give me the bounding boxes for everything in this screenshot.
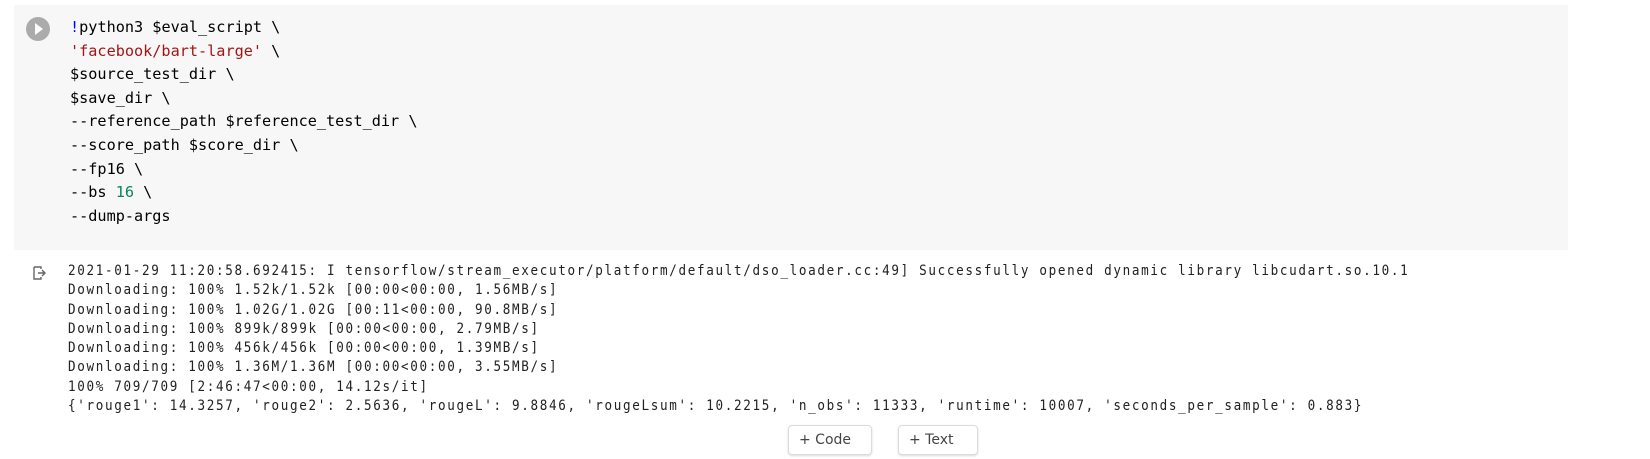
output-line: {'rouge1': 14.3257, 'rouge2': 2.5636, 'r… — [68, 398, 1364, 415]
output-line: Downloading: 100% 1.36M/1.36M [00:00<00:… — [68, 359, 559, 376]
code-line: --reference_path $reference_test_dir \ — [70, 112, 418, 131]
output-line: Downloading: 100% 1.52k/1.52k [00:00<00:… — [68, 282, 559, 299]
code-line: --bs 16 \ — [70, 183, 153, 202]
cell-output: 2021-01-29 11:20:58.692415: I tensorflow… — [68, 262, 1409, 416]
code-line: --dump-args — [70, 206, 171, 225]
output-line: Downloading: 100% 899k/899k [00:00<00:00… — [68, 320, 540, 337]
run-cell-button[interactable] — [26, 17, 50, 41]
code-line: 'facebook/bart-large' \ — [70, 41, 281, 60]
code-line: --fp16 \ — [70, 159, 144, 178]
output-clear-icon[interactable] — [31, 265, 47, 281]
output-line: Downloading: 100% 456k/456k [00:00<00:00… — [68, 340, 540, 357]
output-line: 100% 709/709 [2:46:47<00:00, 14.12s/it] — [68, 378, 429, 395]
output-line: 2021-01-29 11:20:58.692415: I tensorflow… — [68, 263, 1410, 279]
code-line: --score_path $score_dir \ — [70, 135, 299, 154]
add-text-button[interactable]: + Text — [898, 425, 978, 455]
code-editor[interactable]: !python3 $eval_script \ 'facebook/bart-la… — [70, 16, 417, 228]
code-line: $save_dir \ — [70, 88, 171, 107]
add-code-button[interactable]: + Code — [788, 425, 872, 455]
output-line: Downloading: 100% 1.02G/1.02G [00:11<00:… — [68, 301, 559, 318]
code-line: $source_test_dir \ — [70, 65, 235, 84]
code-line: !python3 $eval_script \ — [70, 18, 281, 36]
